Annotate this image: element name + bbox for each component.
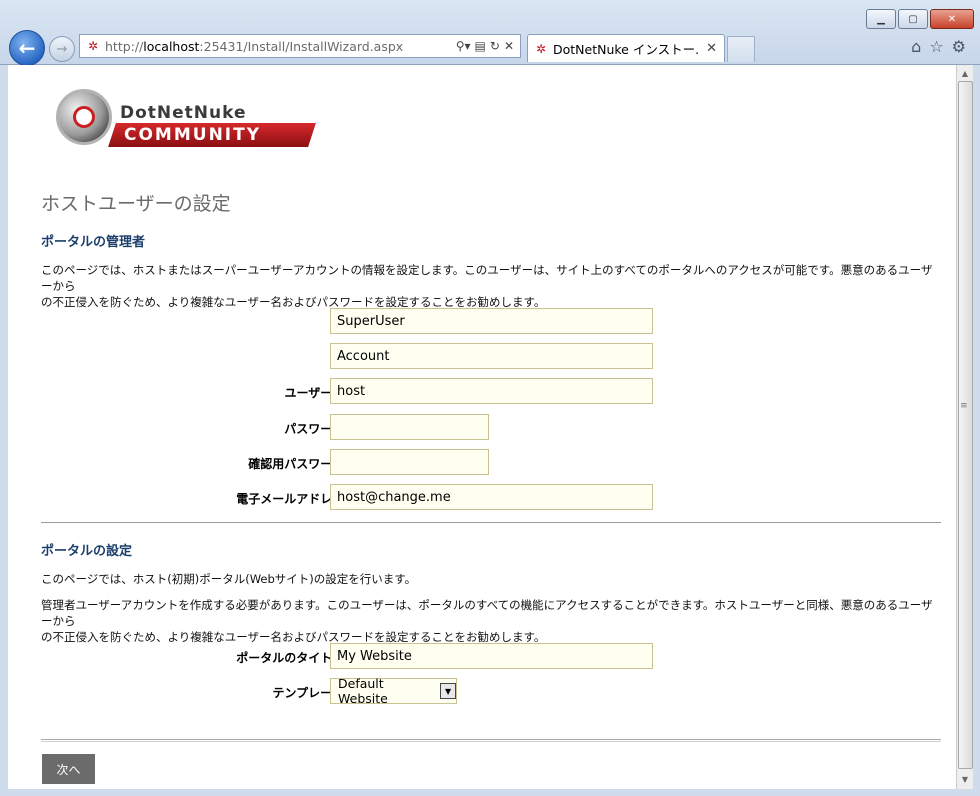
home-icon[interactable]: ⌂ xyxy=(911,37,921,56)
password-input[interactable] xyxy=(330,414,489,440)
page-title: ホストユーザーの設定 xyxy=(41,193,231,215)
first-name-input[interactable]: SuperUser xyxy=(330,308,653,334)
admin-description: このページでは、ホストまたはスーパーユーザーアカウントの情報を設定します。このユ… xyxy=(41,262,941,310)
admin-description-line-1: このページでは、ホストまたはスーパーユーザーアカウントの情報を設定します。このユ… xyxy=(41,263,933,293)
logo-gear-icon xyxy=(56,89,112,145)
chevron-down-icon[interactable]: ▼ xyxy=(440,683,456,699)
template-selected-value: Default Website xyxy=(338,676,388,706)
email-row: 電子メールアドレス: host@change.me xyxy=(41,484,941,510)
forward-arrow-icon[interactable]: → xyxy=(49,36,75,62)
browser-chrome: ▁ ▢ ✕ ← → ✲ http://localhost:25431/Insta… xyxy=(0,0,980,66)
password-row: パスワード: xyxy=(41,414,941,440)
back-arrow-icon[interactable]: ← xyxy=(9,30,45,66)
username-row: ユーザー名: host xyxy=(41,378,941,404)
username-input[interactable]: host xyxy=(330,378,653,404)
scrollbar-grip-icon: ≡ xyxy=(960,401,968,411)
new-tab-button[interactable] xyxy=(727,36,755,62)
admin-section-title: ポータルの管理者 xyxy=(41,235,146,250)
confirm-password-input[interactable] xyxy=(330,449,489,475)
tab-close-icon[interactable]: ✕ xyxy=(706,41,717,56)
logo-text-bottom: COMMUNITY xyxy=(124,125,262,145)
minimize-icon[interactable]: ▁ xyxy=(866,9,896,29)
confirm-password-row: 確認用パスワード: xyxy=(41,449,941,475)
template-row: テンプレート: Default Website ▼ xyxy=(41,676,941,706)
scroll-up-icon[interactable]: ▲ xyxy=(957,65,973,81)
site-favicon-icon: ✲ xyxy=(87,39,99,53)
logo-text-top: DotNetNuke xyxy=(120,103,247,123)
next-button[interactable]: 次へ xyxy=(42,754,95,784)
scrollbar-thumb[interactable] xyxy=(958,81,973,769)
tab-title: DotNetNuke インストー... xyxy=(553,42,700,57)
tab-favicon-icon: ✲ xyxy=(535,41,547,56)
compat-view-icon[interactable]: ▤ xyxy=(475,39,486,53)
portal-description-2-line-1: 管理者ユーザーアカウントを作成する必要があります。このユーザーは、ポータルのすべ… xyxy=(41,598,933,628)
refresh-icon[interactable]: ↻ xyxy=(490,39,500,53)
last-name-row: 姓: Account xyxy=(41,343,941,369)
footer-divider xyxy=(41,739,941,742)
stop-icon[interactable]: ✕ xyxy=(504,39,514,53)
template-select[interactable]: Default Website ▼ xyxy=(330,676,457,706)
portal-description-2: 管理者ユーザーアカウントを作成する必要があります。このユーザーは、ポータルのすべ… xyxy=(41,597,941,645)
star-icon[interactable]: ☆ xyxy=(929,37,943,56)
scroll-down-icon[interactable]: ▼ xyxy=(957,771,973,787)
close-window-icon[interactable]: ✕ xyxy=(930,9,974,29)
dnn-logo: DotNetNuke COMMUNITY xyxy=(52,81,316,151)
first-name-row: 名: SuperUser xyxy=(41,308,941,334)
url-text[interactable]: http://localhost:25431/Install/InstallWi… xyxy=(105,39,456,54)
search-icon[interactable]: ⚲▾ xyxy=(456,39,471,53)
vertical-scrollbar[interactable]: ▲ ≡ ▼ xyxy=(956,65,973,789)
maximize-icon[interactable]: ▢ xyxy=(898,9,928,29)
address-bar[interactable]: ✲ http://localhost:25431/Install/Install… xyxy=(79,34,521,58)
section-divider xyxy=(41,522,941,523)
portal-description: このページでは、ホスト(初期)ポータル(Webサイト)の設定を行います。 xyxy=(41,572,417,586)
window-controls: ▁ ▢ ✕ xyxy=(866,9,974,29)
portal-section-title: ポータルの設定 xyxy=(41,544,133,559)
portal-title-row: ポータルのタイトル: My Website xyxy=(41,643,941,669)
gear-icon[interactable]: ⚙ xyxy=(952,37,966,56)
email-input[interactable]: host@change.me xyxy=(330,484,653,510)
last-name-input[interactable]: Account xyxy=(330,343,653,369)
page-viewport: DotNetNuke COMMUNITY ホストユーザーの設定 ポータルの管理者… xyxy=(8,65,956,789)
portal-title-input[interactable]: My Website xyxy=(330,643,653,669)
browser-tab[interactable]: ✲ DotNetNuke インストー... ✕ xyxy=(527,34,725,62)
